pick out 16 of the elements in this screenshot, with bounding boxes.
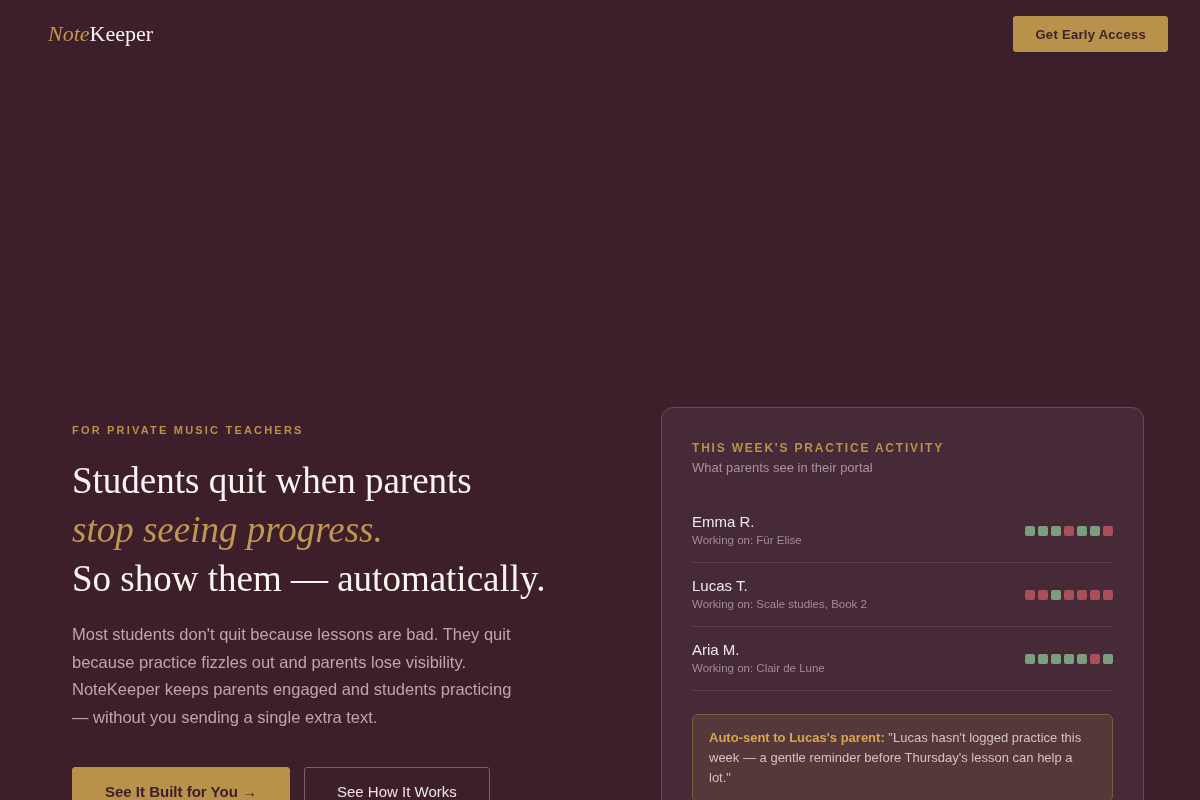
card-subtitle: What parents see in their portal (692, 459, 874, 477)
secondary-button[interactable]: See How It Works (303, 767, 490, 800)
logo[interactable]: NoteKeeper (48, 20, 154, 48)
early-access-button[interactable]: Get Early Access (1013, 16, 1168, 52)
card-title: THIS WEEK'S PRACTICE ACTIVITY (692, 440, 945, 456)
student-piece: Working on: Scale studies, Book 2 (692, 597, 867, 612)
student-name: Lucas T. (692, 577, 749, 595)
auto-message-text: Auto-sent to Lucas's parent: "Lucas hasn't logged practice this week — a gentle reminder before Thursday's lesson can help a lot." (692, 714, 1113, 800)
student-piece: Working on: Clair de Lune (692, 661, 825, 676)
student-name: Emma R. (692, 513, 756, 531)
description-text: Most students don't quit because lessons are bad. They quit because practice fizzles out and parents lose visibility. NoteKeeper keeps parents engaged and students practicing — without you sending a single extra text. (72, 624, 513, 728)
student-piece: Working on: Für Elise (692, 533, 802, 548)
headline: Students quit when parents stop seeing progress. So show them — automatically. (72, 459, 547, 601)
eyebrow-text: FOR PRIVATE MUSIC TEACHERS (72, 423, 305, 437)
primary-button[interactable]: See It Built for You → (72, 767, 290, 800)
student-name: Aria M. (692, 641, 741, 659)
